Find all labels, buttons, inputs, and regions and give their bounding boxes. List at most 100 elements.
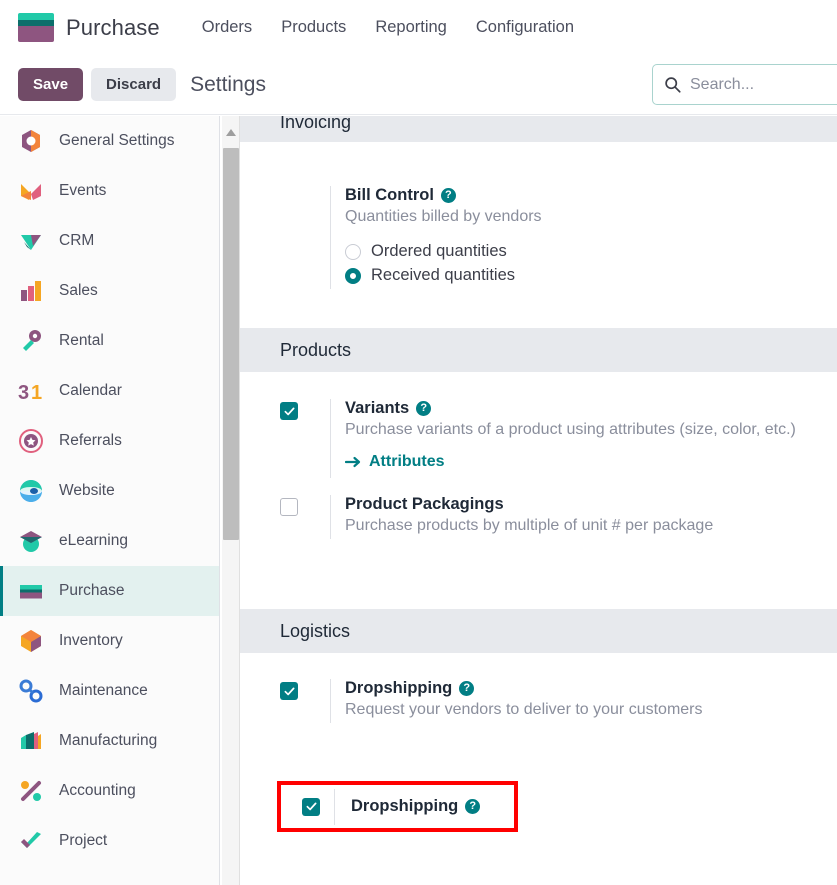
- section-body-products: Variants ? Purchase variants of a produc…: [240, 372, 837, 539]
- website-globe-icon: [18, 478, 44, 504]
- svg-text:1: 1: [31, 382, 42, 404]
- setting-title: Product Packagings: [345, 495, 504, 513]
- setting-body: Product Packagings Purchase products by …: [330, 495, 837, 539]
- sidebar-item-project[interactable]: Project: [0, 816, 219, 866]
- help-question-icon[interactable]: ?: [465, 799, 481, 814]
- section-body-invoicing: Bill Control ? Quantities billed by vend…: [240, 142, 837, 289]
- bill-control-radio-group: Ordered quantities Received quantities: [345, 242, 837, 285]
- app-brand[interactable]: Purchase: [18, 13, 160, 42]
- crm-icon: [18, 228, 44, 254]
- radio-option-received-quantities[interactable]: Received quantities: [345, 266, 837, 285]
- setting-title: Variants: [345, 399, 410, 417]
- search-icon: [665, 77, 681, 93]
- sales-bars-icon: [18, 278, 44, 304]
- manufacturing-icon: [18, 728, 44, 754]
- sidebar-item-label: Referrals: [59, 432, 122, 449]
- setting-title-row: Bill Control ?: [345, 186, 837, 205]
- sidebar-scrollbar-thumb[interactable]: [223, 148, 239, 540]
- inventory-box-icon: [18, 628, 44, 654]
- radio-option-ordered-quantities[interactable]: Ordered quantities: [345, 242, 837, 261]
- setting-title: Dropshipping: [351, 797, 459, 815]
- sidebar-item-label: eLearning: [59, 532, 128, 549]
- sidebar-item-label: Maintenance: [59, 682, 148, 699]
- sidebar-item-label: Inventory: [59, 632, 123, 649]
- sidebar-item-label: Project: [59, 832, 108, 849]
- sidebar-item-inventory[interactable]: Inventory: [0, 616, 219, 666]
- search-input[interactable]: [690, 75, 837, 94]
- discard-button[interactable]: Discard: [91, 67, 177, 102]
- sidebar-item-referrals[interactable]: Referrals: [0, 416, 219, 466]
- sidebar-item-sales[interactable]: Sales: [0, 266, 219, 316]
- product-packagings-checkbox[interactable]: [280, 498, 298, 516]
- dropshipping-checkbox-highlighted[interactable]: [302, 797, 320, 816]
- attributes-link[interactable]: Attributes: [345, 453, 445, 471]
- attributes-link-label: Attributes: [369, 453, 445, 470]
- help-question-icon[interactable]: ?: [416, 401, 432, 416]
- setting-title-row: Product Packagings: [345, 495, 837, 514]
- setting-body: Variants ? Purchase variants of a produc…: [330, 399, 837, 478]
- checkmark-icon: [306, 802, 316, 811]
- referrals-badge-icon: [18, 428, 44, 454]
- sidebar-item-label: Sales: [59, 282, 98, 299]
- setting-product-packagings: Product Packagings Purchase products by …: [280, 495, 837, 539]
- sidebar-item-rental[interactable]: Rental: [0, 316, 219, 366]
- scroll-up-arrow-icon[interactable]: [224, 126, 238, 140]
- radio-label: Ordered quantities: [371, 242, 507, 260]
- highlight-content: Dropshipping ?: [281, 785, 514, 828]
- sidebar-item-general-settings[interactable]: General Settings: [0, 116, 219, 166]
- section-header-logistics: Logistics: [240, 609, 837, 653]
- sidebar-item-manufacturing[interactable]: Manufacturing: [0, 716, 219, 766]
- project-check-icon: [18, 828, 44, 854]
- setting-bill-control: Bill Control ? Quantities billed by vend…: [280, 186, 837, 289]
- page-title: Settings: [190, 72, 266, 96]
- app-name: Purchase: [66, 14, 160, 40]
- sidebar-item-events[interactable]: Events: [0, 166, 219, 216]
- sidebar-item-label: Rental: [59, 332, 104, 349]
- setting-title: Dropshipping: [345, 679, 453, 697]
- save-button[interactable]: Save: [18, 67, 84, 102]
- sidebar-item-label: Events: [59, 182, 107, 199]
- setting-checkbox-cell: [280, 679, 330, 700]
- sidebar-item-purchase[interactable]: Purchase: [0, 566, 219, 616]
- divider: [334, 788, 335, 825]
- variants-checkbox[interactable]: [280, 402, 298, 420]
- section-header-products: Products: [240, 328, 837, 372]
- settings-gear-icon: [18, 128, 44, 154]
- rental-key-icon: [18, 328, 44, 354]
- sidebar-item-label: General Settings: [59, 132, 175, 149]
- setting-control-spacer: [280, 186, 330, 189]
- setting-body: Dropshipping ? Request your vendors to d…: [330, 679, 837, 723]
- sidebar-item-website[interactable]: Website: [0, 466, 219, 516]
- sidebar-item-elearning[interactable]: eLearning: [0, 516, 219, 566]
- search-box[interactable]: [652, 64, 837, 105]
- help-question-icon[interactable]: ?: [459, 681, 475, 696]
- purchase-card-icon: [18, 578, 44, 604]
- sidebar-item-label: CRM: [59, 232, 95, 249]
- settings-sidebar[interactable]: General Settings Events CRM Sales Rental…: [0, 116, 220, 885]
- nav-item-reporting[interactable]: Reporting: [375, 18, 447, 37]
- nav-item-orders[interactable]: Orders: [202, 18, 252, 37]
- radio-button[interactable]: [345, 243, 361, 260]
- radio-label: Received quantities: [371, 266, 516, 284]
- calendar-31-icon: 3 1: [18, 378, 44, 404]
- sidebar-item-maintenance[interactable]: Maintenance: [0, 666, 219, 716]
- sidebar-item-label: Website: [59, 482, 115, 499]
- sidebar-item-accounting[interactable]: Accounting: [0, 766, 219, 816]
- sidebar-item-calendar[interactable]: 3 1 Calendar: [0, 366, 219, 416]
- accounting-percent-icon: [18, 778, 44, 804]
- dropshipping-highlight-box: Dropshipping ?: [277, 781, 518, 832]
- radio-button-selected[interactable]: [345, 267, 361, 284]
- dropshipping-checkbox[interactable]: [280, 682, 298, 700]
- odoo-purchase-settings-page: Purchase Orders Products Reporting Confi…: [0, 0, 837, 885]
- section-header-invoicing: Invoicing: [240, 116, 837, 142]
- nav-item-configuration[interactable]: Configuration: [476, 18, 574, 37]
- help-question-icon[interactable]: ?: [440, 188, 456, 203]
- checkmark-icon: [284, 407, 294, 415]
- sidebar-item-label: Calendar: [59, 382, 122, 399]
- svg-text:3: 3: [18, 382, 29, 404]
- sidebar-item-crm[interactable]: CRM: [0, 216, 219, 266]
- section-title: Logistics: [280, 620, 351, 641]
- setting-title: Bill Control: [345, 186, 434, 204]
- sidebar-item-label: Manufacturing: [59, 732, 158, 749]
- nav-item-products[interactable]: Products: [281, 18, 346, 37]
